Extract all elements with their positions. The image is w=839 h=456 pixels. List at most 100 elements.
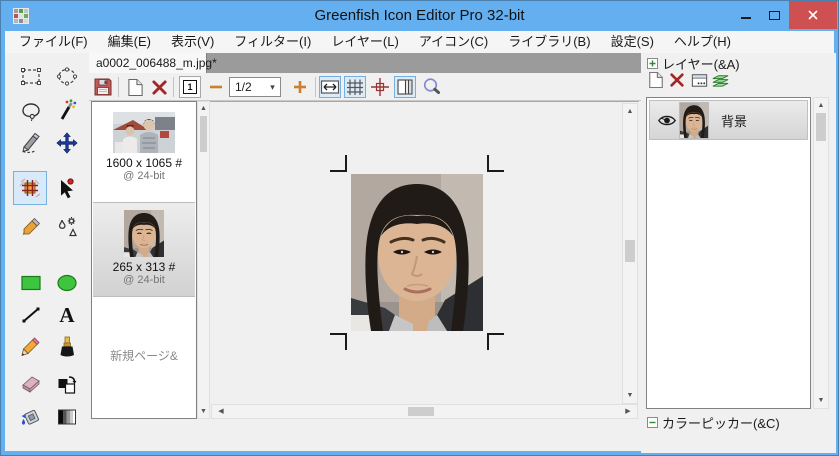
tool-line[interactable] xyxy=(15,299,47,331)
layer-name: 背景 xyxy=(721,113,748,129)
page-1-dimensions: 1600 x 1065 # xyxy=(105,156,183,170)
menu-layer[interactable]: レイヤー(L) xyxy=(321,31,409,53)
scroll-up-icon[interactable]: ▲ xyxy=(814,99,828,112)
page-2-depth: @ 24-bit xyxy=(123,274,165,286)
swap-colors-icon xyxy=(58,376,77,394)
crop-mark-bottom-right xyxy=(487,333,504,350)
layers-scrollbar[interactable]: ▲ ▼ xyxy=(813,97,829,409)
canvas-area[interactable]: ▲ ▼ ◀ ▶ xyxy=(210,101,639,419)
minimize-button[interactable] xyxy=(731,1,760,29)
tool-pencil[interactable] xyxy=(15,331,47,363)
tool-eraser[interactable] xyxy=(15,367,47,399)
flatten-layers-icon xyxy=(712,74,728,87)
save-button[interactable] xyxy=(92,76,114,98)
tool-swap-colors[interactable] xyxy=(51,367,83,399)
toolbar-separator xyxy=(118,77,119,97)
scroll-up-icon[interactable]: ▲ xyxy=(623,105,637,118)
menu-library[interactable]: ライブラリ(B) xyxy=(498,31,600,53)
close-button[interactable] xyxy=(789,1,837,29)
centerlines-toggle[interactable] xyxy=(369,76,391,98)
line-icon xyxy=(22,307,40,323)
color-picker-section-header[interactable]: カラーピッカー(&C) xyxy=(647,413,780,432)
pages-scrollbar[interactable]: ▲ ▼ xyxy=(197,101,210,419)
retouch-icon xyxy=(58,217,77,237)
pages-panel: 1600 x 1065 # @ 24-bit 265 x 313 # @ 24-… xyxy=(91,101,197,419)
grid-toggle[interactable] xyxy=(344,76,366,98)
tool-retouch[interactable] xyxy=(51,211,83,243)
tool-move[interactable] xyxy=(51,127,83,159)
magic-wand-icon xyxy=(60,99,77,120)
minimize-icon xyxy=(740,17,751,19)
layer-properties-button[interactable] xyxy=(688,69,710,91)
save-icon xyxy=(94,78,112,96)
menu-help[interactable]: ヘルプ(H) xyxy=(664,31,741,53)
canvas-vscrollbar[interactable]: ▲ ▼ xyxy=(622,103,638,404)
lasso-icon xyxy=(22,103,40,121)
new-page-item[interactable]: 新規ページ& xyxy=(92,347,196,364)
pages-toggle[interactable] xyxy=(394,76,416,98)
tool-filled-rectangle[interactable] xyxy=(15,267,47,299)
maximize-button[interactable] xyxy=(760,1,789,29)
new-layer-icon xyxy=(649,71,663,89)
tool-gradient[interactable] xyxy=(51,401,83,433)
canvas-hscrollbar-thumb[interactable] xyxy=(408,407,434,416)
layer-visibility-toggle[interactable] xyxy=(655,114,679,127)
new-page-button[interactable] xyxy=(124,76,146,98)
delete-page-button[interactable] xyxy=(148,76,170,98)
tool-filled-ellipse[interactable] xyxy=(51,267,83,299)
text-tool-icon: A xyxy=(59,302,75,327)
scroll-down-icon[interactable]: ▼ xyxy=(814,394,828,407)
scroll-up-icon[interactable]: ▲ xyxy=(198,102,209,115)
zoom-in-button[interactable] xyxy=(289,76,311,98)
collapse-icon[interactable] xyxy=(647,417,658,428)
title-bar: Greenfish Icon Editor Pro 32-bit xyxy=(1,1,838,31)
menu-settings[interactable]: 設定(S) xyxy=(601,31,664,53)
flatten-layers-button[interactable] xyxy=(709,69,731,91)
fit-window-toggle[interactable] xyxy=(319,76,341,98)
magnifier-button[interactable] xyxy=(421,76,443,98)
menu-icon[interactable]: アイコン(C) xyxy=(409,31,498,53)
close-icon xyxy=(808,10,818,20)
tool-rectangle-select[interactable] xyxy=(15,61,47,93)
tool-ellipse-select[interactable] xyxy=(51,61,83,93)
layer-row-background[interactable]: 背景 xyxy=(649,100,808,140)
rectangle-select-icon xyxy=(21,68,41,85)
page-item-1[interactable]: 1600 x 1065 # @ 24-bit xyxy=(93,112,195,182)
scroll-left-icon[interactable]: ◀ xyxy=(214,405,228,418)
tool-crop[interactable] xyxy=(13,171,47,205)
tool-lasso-select[interactable] xyxy=(15,94,47,126)
scroll-down-icon[interactable]: ▼ xyxy=(198,405,209,418)
canvas-vscrollbar-thumb[interactable] xyxy=(625,240,635,262)
new-layer-button[interactable] xyxy=(645,69,667,91)
eyedropper-icon xyxy=(22,217,41,236)
color-picker-header-label: カラーピッカー(&C) xyxy=(662,416,780,431)
layers-scrollbar-thumb[interactable] xyxy=(816,113,826,141)
crop-mark-top-right xyxy=(487,155,504,172)
scroll-down-icon[interactable]: ▼ xyxy=(623,389,637,402)
delete-icon xyxy=(670,73,684,87)
tool-magic-wand[interactable] xyxy=(51,94,83,126)
scroll-right-icon[interactable]: ▶ xyxy=(621,405,635,418)
page-item-2-selected[interactable]: 265 x 313 # @ 24-bit xyxy=(93,202,195,297)
tool-brush[interactable] xyxy=(51,331,83,363)
expand-icon[interactable] xyxy=(647,58,658,69)
menu-filter[interactable]: フィルター(I) xyxy=(224,31,321,53)
tool-text[interactable]: A xyxy=(51,299,83,331)
tab-document[interactable]: a0002_006488_m.jpg* xyxy=(89,53,217,73)
gradient-icon xyxy=(58,409,76,425)
tool-eyedropper[interactable] xyxy=(15,211,47,243)
menu-edit[interactable]: 編集(E) xyxy=(98,31,161,53)
tool-fill[interactable] xyxy=(15,401,47,433)
delete-layer-button[interactable] xyxy=(666,69,688,91)
canvas-image[interactable] xyxy=(351,174,483,331)
zoom-level-select[interactable]: 1/2 ▾ xyxy=(229,77,281,97)
menu-view[interactable]: 表示(V) xyxy=(161,31,224,53)
canvas-hscrollbar[interactable]: ◀ ▶ xyxy=(211,404,638,419)
tool-hotspot-picker[interactable] xyxy=(51,172,83,204)
tool-freehand-select[interactable] xyxy=(15,127,47,159)
frame-number-button[interactable]: 1 xyxy=(179,76,201,98)
zoom-out-button[interactable] xyxy=(205,76,227,98)
pages-icon xyxy=(397,79,413,95)
pages-scrollbar-thumb[interactable] xyxy=(200,116,207,152)
menu-file[interactable]: ファイル(F) xyxy=(9,31,98,53)
